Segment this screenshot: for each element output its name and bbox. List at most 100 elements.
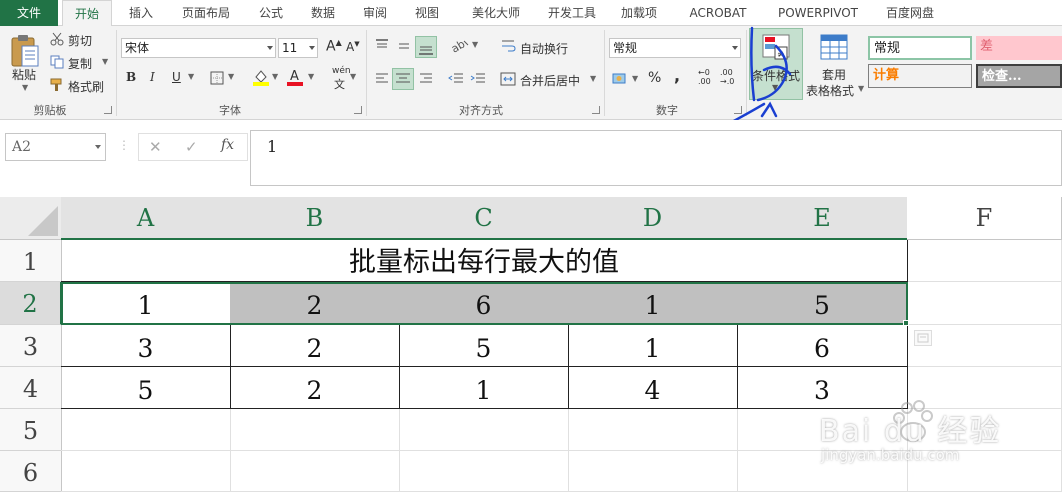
tab-developer[interactable]: 开发工具: [540, 0, 604, 26]
empty-cell[interactable]: [568, 409, 738, 451]
merge-center-icon[interactable]: [500, 71, 516, 90]
wrap-text-button[interactable]: 自动换行: [520, 40, 568, 57]
tab-powerpivot[interactable]: POWERPIVOT: [768, 0, 868, 26]
cell-d3[interactable]: 1: [568, 325, 738, 367]
underline-dropdown-icon[interactable]: ▼: [188, 72, 194, 81]
column-header-a[interactable]: A: [61, 197, 231, 240]
italic-button[interactable]: I: [150, 70, 155, 84]
name-box[interactable]: A2: [5, 133, 106, 161]
fill-color-dropdown-icon[interactable]: ▼: [272, 72, 278, 81]
column-header-c[interactable]: C: [399, 197, 569, 240]
comma-button[interactable]: ,: [674, 66, 680, 85]
cell-c3[interactable]: 5: [399, 325, 569, 367]
orientation-icon[interactable]: ab: [449, 37, 470, 57]
formula-input[interactable]: 1: [250, 130, 1062, 186]
row-header-6[interactable]: 6: [0, 451, 62, 492]
underline-button[interactable]: U: [172, 70, 181, 84]
empty-cell[interactable]: [399, 409, 569, 451]
quick-analysis-icon[interactable]: [914, 330, 932, 346]
phonetic-button[interactable]: wén: [332, 66, 351, 76]
percent-button[interactable]: %: [648, 70, 661, 86]
paste-button[interactable]: 粘贴: [12, 66, 36, 83]
font-name-select[interactable]: 宋体: [121, 38, 276, 58]
empty-cell[interactable]: [230, 451, 400, 492]
font-color-icon[interactable]: A: [286, 68, 304, 89]
grow-font-icon[interactable]: A▲: [326, 38, 342, 55]
decrease-indent-icon[interactable]: [448, 71, 464, 90]
table-format-icon[interactable]: [820, 34, 848, 63]
format-painter-button[interactable]: 格式刷: [68, 78, 104, 95]
merge-dropdown-icon[interactable]: ▼: [590, 74, 596, 83]
copy-dropdown-icon[interactable]: ▼: [102, 57, 108, 66]
tab-beautify[interactable]: 美化大师: [456, 0, 536, 26]
empty-cell[interactable]: [61, 451, 231, 492]
align-bottom-button[interactable]: [415, 36, 437, 58]
font-color-dropdown-icon[interactable]: ▼: [308, 72, 314, 81]
cell-a2[interactable]: 1: [61, 282, 231, 325]
fill-color-icon[interactable]: [252, 68, 270, 89]
insert-function-button[interactable]: fx: [221, 137, 234, 153]
format-painter-icon[interactable]: [50, 78, 64, 95]
cell-c4[interactable]: 1: [399, 367, 569, 409]
font-size-select[interactable]: 11: [278, 38, 318, 58]
accounting-dropdown-icon[interactable]: ▼: [632, 74, 638, 83]
empty-cell[interactable]: [230, 409, 400, 451]
cell-e2[interactable]: 5: [737, 282, 908, 325]
tab-insert[interactable]: 插入: [118, 0, 164, 26]
empty-cell[interactable]: [908, 282, 1062, 325]
cell-b4[interactable]: 2: [230, 367, 400, 409]
tab-data[interactable]: 数据: [300, 0, 346, 26]
accounting-format-icon[interactable]: [612, 71, 630, 90]
table-format-label-line2[interactable]: 表格格式: [806, 82, 854, 99]
tab-view[interactable]: 视图: [404, 0, 450, 26]
table-format-dropdown-icon[interactable]: ▼: [858, 84, 864, 93]
row-header-2[interactable]: 2: [0, 282, 62, 325]
enter-icon[interactable]: ✓: [185, 138, 198, 156]
style-bad[interactable]: 差: [976, 36, 1062, 60]
table-format-label-line1[interactable]: 套用: [822, 66, 846, 83]
empty-cell[interactable]: [568, 451, 738, 492]
bold-button[interactable]: B: [126, 70, 136, 84]
cell-a4[interactable]: 5: [61, 367, 231, 409]
phonetic-icon[interactable]: 文: [334, 76, 345, 92]
font-launcher-icon[interactable]: [354, 106, 362, 114]
title-cell[interactable]: 批量标出每行最大的值: [61, 240, 908, 282]
row-header-5[interactable]: 5: [0, 409, 62, 451]
style-normal[interactable]: 常规: [868, 36, 972, 60]
border-icon[interactable]: [210, 71, 224, 88]
row-header-4[interactable]: 4: [0, 367, 62, 409]
cell-b3[interactable]: 2: [230, 325, 400, 367]
style-check-cell[interactable]: 检查...: [976, 64, 1062, 88]
cell-c2[interactable]: 6: [399, 282, 569, 325]
select-all-button[interactable]: [0, 197, 62, 240]
tab-baidu-netdisk[interactable]: 百度网盘: [876, 0, 944, 26]
empty-cell[interactable]: [61, 409, 231, 451]
row-header-3[interactable]: 3: [0, 325, 62, 367]
align-right-icon[interactable]: [418, 71, 434, 90]
fill-handle[interactable]: [903, 320, 909, 326]
tab-acrobat[interactable]: ACROBAT: [680, 0, 756, 26]
border-dropdown-icon[interactable]: ▼: [228, 72, 234, 81]
cell-d2[interactable]: 1: [568, 282, 738, 325]
column-header-d[interactable]: D: [568, 197, 738, 240]
orientation-dropdown-icon[interactable]: ▼: [472, 40, 478, 49]
cell-e3[interactable]: 6: [737, 325, 908, 367]
align-middle-icon[interactable]: [396, 38, 412, 57]
align-top-icon[interactable]: [374, 38, 390, 57]
number-format-select[interactable]: 常规: [609, 38, 741, 58]
phonetic-dropdown-icon[interactable]: ▼: [350, 72, 356, 81]
alignment-launcher-icon[interactable]: [592, 106, 600, 114]
align-left-icon[interactable]: [374, 71, 390, 90]
increase-decimal-icon[interactable]: ←0.00: [698, 68, 711, 86]
row-header-1[interactable]: 1: [0, 240, 62, 282]
column-header-b[interactable]: B: [230, 197, 400, 240]
cell-d4[interactable]: 4: [568, 367, 738, 409]
tab-review[interactable]: 审阅: [352, 0, 398, 26]
cell-a3[interactable]: 3: [61, 325, 231, 367]
tab-page-layout[interactable]: 页面布局: [170, 0, 242, 26]
increase-indent-icon[interactable]: [470, 71, 486, 90]
cell-b2[interactable]: 2: [230, 282, 400, 325]
column-header-e[interactable]: E: [737, 197, 908, 240]
tab-home[interactable]: 开始: [62, 0, 112, 27]
scissors-icon[interactable]: [50, 32, 64, 49]
